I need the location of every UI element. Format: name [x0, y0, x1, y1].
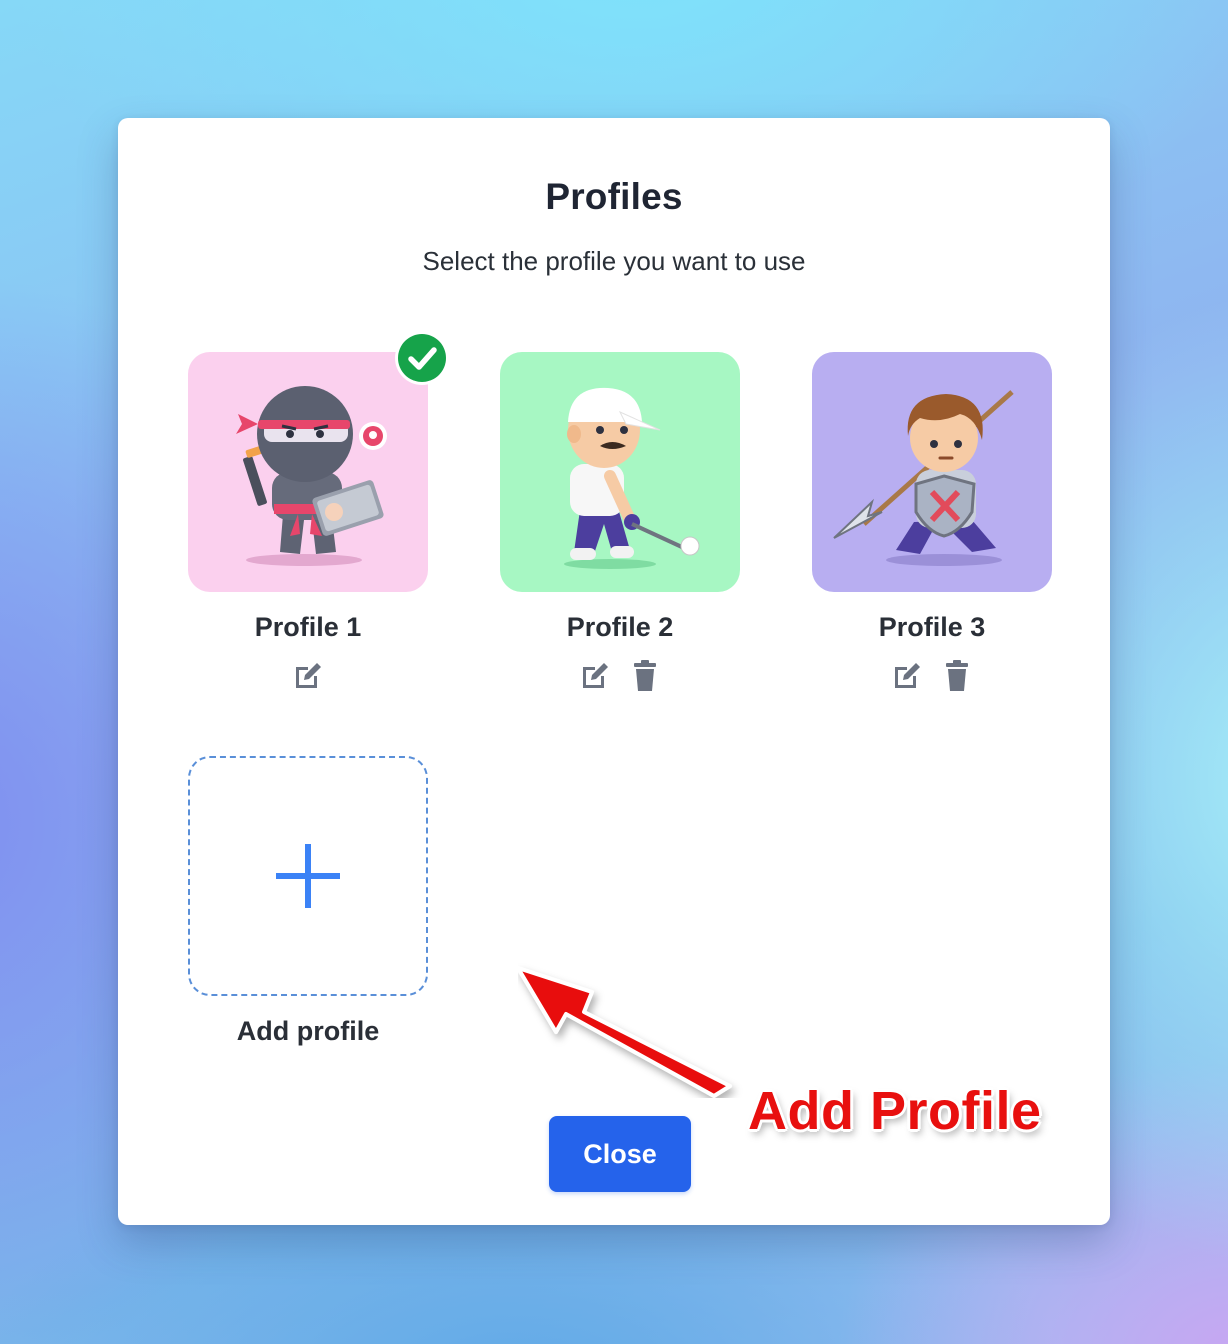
trash-icon[interactable] [939, 658, 975, 694]
profile-2-name[interactable]: Profile 2 [500, 612, 740, 643]
profile-3-avatar-tile[interactable] [812, 352, 1052, 592]
profile-3-name[interactable]: Profile 3 [812, 612, 1052, 643]
edit-icon[interactable] [290, 658, 326, 694]
add-profile-label[interactable]: Add profile [188, 1016, 428, 1047]
profiles-modal: Profiles Select the profile you want to … [118, 118, 1110, 1225]
profile-1-avatar-tile[interactable] [188, 352, 428, 592]
profile-1-name[interactable]: Profile 1 [188, 612, 428, 643]
selected-check-icon [395, 331, 449, 385]
modal-subtitle: Select the profile you want to use [422, 246, 806, 276]
profile-2-actions [500, 658, 740, 694]
plus-icon [276, 844, 340, 908]
golfer-avatar [564, 387, 700, 569]
trash-icon[interactable] [627, 658, 663, 694]
knight-with-spear-avatar [833, 390, 1014, 566]
close-button[interactable]: Close [549, 1116, 691, 1192]
add-profile-button[interactable] [188, 756, 428, 996]
annotation-label: Add Profile [748, 1081, 1042, 1141]
profile-3-actions [812, 658, 1052, 694]
profile-2-avatar-tile[interactable] [500, 352, 740, 592]
profile-1-actions [188, 658, 428, 694]
ninja-with-laptop-avatar [236, 386, 387, 566]
annotation-arrow-icon [516, 958, 838, 1098]
modal-title: Profiles [545, 176, 683, 217]
edit-icon[interactable] [577, 658, 613, 694]
edit-icon[interactable] [889, 658, 925, 694]
